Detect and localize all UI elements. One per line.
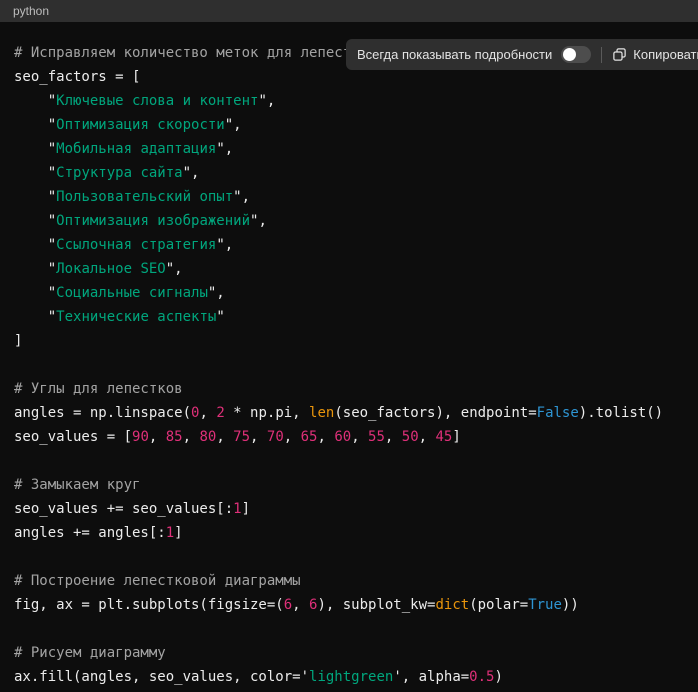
code-toolbar: Всегда показывать подробности Копировать… (346, 39, 698, 70)
code-line: "Ключевые слова и контент", (14, 89, 688, 113)
code-line: "Ссылочная стратегия", (14, 233, 688, 257)
code-line: "Локальное SEO", (14, 257, 688, 281)
code-line: # Углы для лепестков (14, 377, 688, 401)
code-line: "Оптимизация изображений", (14, 209, 688, 233)
code-line: # Замыкаем круг (14, 473, 688, 497)
toolbar-divider (601, 47, 602, 63)
copy-icon (612, 47, 627, 62)
code-line: angles += angles[:1] (14, 521, 688, 545)
code-line: seo_values += seo_values[:1] (14, 497, 688, 521)
code-line: seo_values = [90, 85, 80, 75, 70, 65, 60… (14, 425, 688, 449)
language-label: python (13, 5, 49, 17)
code-line (14, 545, 688, 569)
code-line: angles = np.linspace(0, 2 * np.pi, len(s… (14, 401, 688, 425)
code-block: # Исправляем количество меток для лепест… (0, 22, 698, 692)
code-line (14, 353, 688, 377)
code-line: "Оптимизация скорости", (14, 113, 688, 137)
code-line (14, 449, 688, 473)
code-line: "Социальные сигналы", (14, 281, 688, 305)
code-line: "Технические аспекты" (14, 305, 688, 329)
toggle-knob (563, 48, 576, 61)
code-line: "Мобильная адаптация", (14, 137, 688, 161)
code-line: fig, ax = plt.subplots(figsize=(6, 6), s… (14, 593, 688, 617)
code-block-window: python # Исправляем количество меток для… (0, 0, 698, 692)
code-line: # Рисуем диаграмму (14, 641, 688, 665)
copy-code-button[interactable]: Копировать код (612, 47, 698, 62)
details-toggle[interactable] (561, 46, 591, 63)
code-lines: # Исправляем количество меток для лепест… (14, 41, 688, 689)
code-line (14, 617, 688, 641)
code-line: ] (14, 329, 688, 353)
code-line: "Структура сайта", (14, 161, 688, 185)
code-line: "Пользовательский опыт", (14, 185, 688, 209)
code-line: # Построение лепестковой диаграммы (14, 569, 688, 593)
code-line: ax.fill(angles, seo_values, color='light… (14, 665, 688, 689)
always-show-details-label: Всегда показывать подробности (357, 47, 552, 62)
code-header: python (0, 0, 698, 22)
copy-code-label: Копировать код (633, 47, 698, 62)
